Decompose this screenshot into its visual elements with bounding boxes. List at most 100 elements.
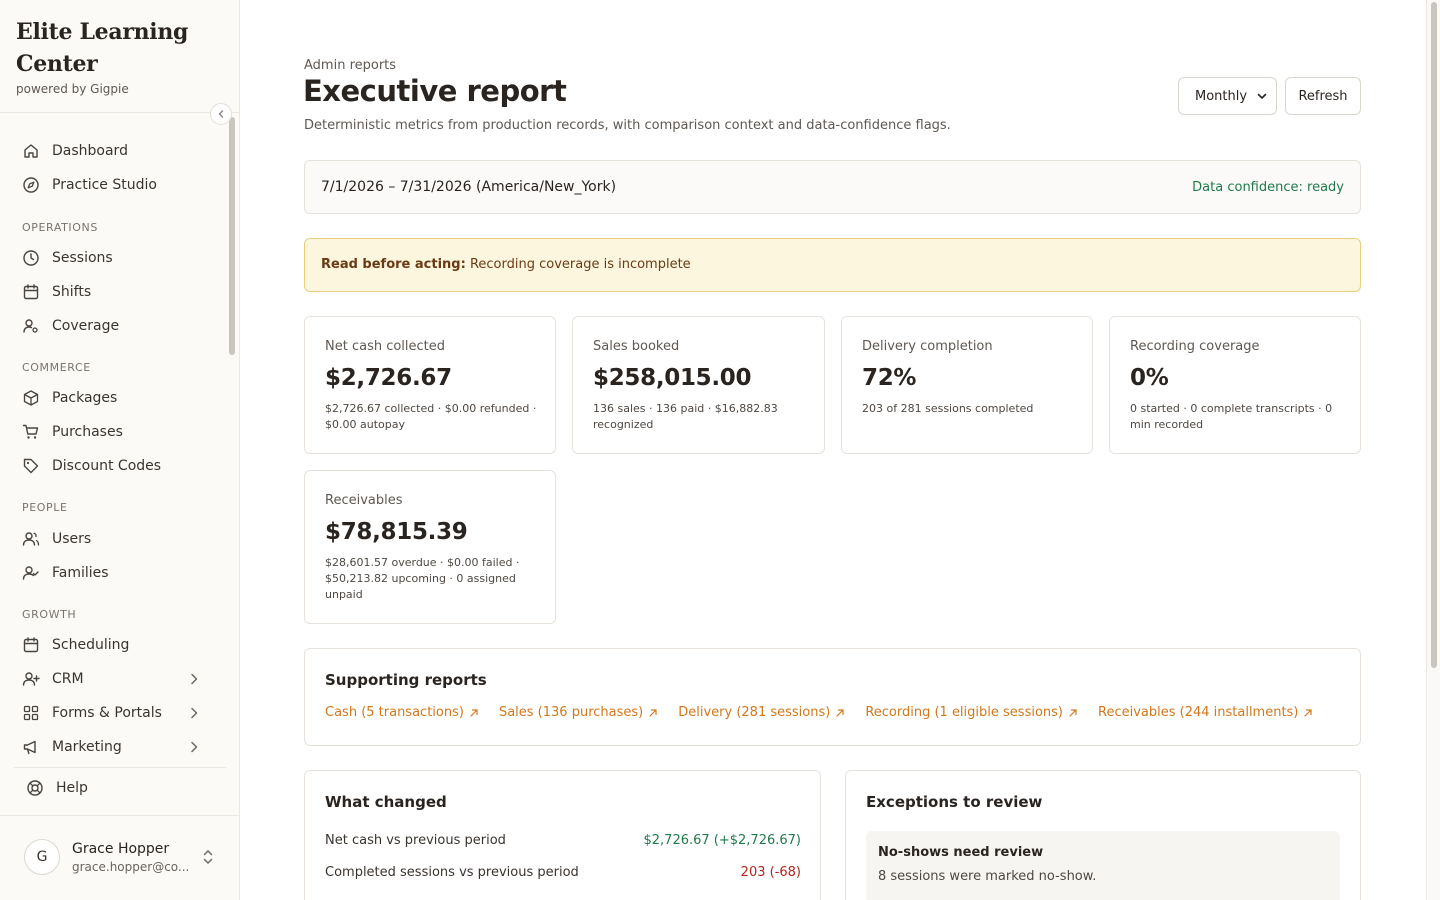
sidebar-item-scheduling[interactable]: Scheduling [16, 630, 212, 660]
exception-title: No-shows need review [878, 845, 1044, 860]
metric-value: $78,815.39 [325, 519, 468, 545]
sidebar-item-shifts[interactable]: Shifts [16, 277, 212, 307]
metric-value: 0% [1130, 365, 1169, 391]
page-title: Executive report [303, 74, 567, 108]
sidebar: Elite Learning Center powered by Gigpie … [0, 0, 240, 900]
chevron-up-down-icon [203, 850, 213, 864]
comparison-row: Net cash vs previous period $2,726.67 (+… [325, 833, 801, 855]
comparison-row: Completed sessions vs previous period 20… [325, 865, 801, 887]
sidebar-item-label: Packages [52, 390, 118, 406]
help-button[interactable]: Help [26, 779, 88, 797]
user-check-icon [22, 564, 40, 582]
calendar-icon [22, 283, 40, 301]
metric-detail: 136 sales · 136 paid · $16,882.83 recogn… [593, 402, 778, 431]
user-menu[interactable]: G Grace Hopper grace.hopper@co... [24, 838, 220, 878]
divider [0, 815, 240, 816]
compass-icon [22, 176, 40, 194]
main-content: Admin reports Executive report Determini… [241, 0, 1425, 900]
grid-icon [22, 704, 40, 722]
collapse-sidebar-button[interactable] [210, 103, 232, 125]
sidebar-item-crm[interactable]: CRM [16, 664, 212, 694]
brand-powered-by: powered by Gigpie [16, 82, 129, 96]
sidebar-item-label: Dashboard [52, 143, 128, 159]
supporting-report-links: Cash (5 transactions) Sales (136 purchas… [325, 705, 1313, 720]
metric-label: Delivery completion [862, 339, 993, 354]
what-changed-panel: What changed Net cash vs previous period… [304, 770, 821, 900]
comparison-value: $2,726.67 (+$2,726.67) [643, 833, 802, 848]
external-link-icon [836, 708, 844, 717]
metric-card-delivery-completion: Delivery completion 72% 203 of 281 sessi… [841, 316, 1093, 454]
divider [14, 767, 226, 768]
user-cog-icon [22, 317, 40, 335]
metric-value: $2,726.67 [325, 365, 452, 391]
refresh-button[interactable]: Refresh [1285, 77, 1361, 115]
sidebar-item-forms-portals[interactable]: Forms & Portals [16, 698, 212, 728]
sidebar-item-label: Purchases [52, 424, 123, 440]
sidebar-item-label: Practice Studio [52, 177, 157, 193]
sidebar-nav: Dashboard Practice Studio OPERATIONS Ses… [0, 113, 226, 767]
metric-value: $258,015.00 [593, 365, 752, 391]
chevron-down-icon [1257, 93, 1267, 99]
date-range-bar: 7/1/2026 – 7/31/2026 (America/New_York) … [304, 160, 1361, 214]
external-link-icon [649, 708, 657, 717]
report-link-recording[interactable]: Recording (1 eligible sessions) [865, 705, 1078, 720]
metric-detail: 203 of 281 sessions completed [862, 402, 1034, 415]
report-link-receivables[interactable]: Receivables (244 installments) [1098, 705, 1313, 720]
sidebar-item-marketing[interactable]: Marketing [16, 732, 212, 762]
warning-message: Recording coverage is incomplete [469, 257, 691, 272]
nav-section-title: GROWTH [22, 608, 77, 621]
external-link-icon [1304, 708, 1313, 717]
section-title: What changed [325, 793, 447, 811]
chevron-right-icon [191, 707, 198, 719]
chevron-left-icon [218, 110, 224, 118]
metric-label: Recording coverage [1130, 339, 1260, 354]
sidebar-item-coverage[interactable]: Coverage [16, 311, 212, 341]
page-scrollbar[interactable] [1426, 0, 1440, 900]
page-subtitle: Deterministic metrics from production re… [304, 118, 951, 133]
user-plus-icon [22, 670, 40, 688]
user-name: Grace Hopper [72, 841, 170, 857]
sidebar-item-label: Marketing [52, 739, 122, 755]
section-title: Supporting reports [325, 671, 487, 689]
external-link-icon [1069, 708, 1077, 717]
chevron-right-icon [191, 741, 198, 753]
metric-detail: $2,726.67 collected · $0.00 refunded · $… [325, 402, 537, 431]
sidebar-item-purchases[interactable]: Purchases [16, 417, 212, 447]
sidebar-item-practice-studio[interactable]: Practice Studio [16, 170, 212, 200]
users-icon [22, 530, 40, 548]
home-icon [22, 142, 40, 160]
page-scrollbar-thumb[interactable] [1431, 2, 1437, 668]
exception-item: No-shows need review 8 sessions were mar… [866, 831, 1340, 900]
clock-icon [22, 249, 40, 267]
link-label: Receivables (244 installments) [1098, 705, 1299, 720]
sidebar-item-dashboard[interactable]: Dashboard [16, 136, 212, 166]
sidebar-item-label: Families [52, 565, 109, 581]
sidebar-item-packages[interactable]: Packages [16, 383, 212, 413]
megaphone-icon [22, 738, 40, 756]
user-email: grace.hopper@co... [72, 860, 190, 874]
period-select-value: Monthly [1195, 88, 1248, 104]
sidebar-item-users[interactable]: Users [16, 524, 212, 554]
report-link-cash[interactable]: Cash (5 transactions) [325, 705, 479, 720]
sidebar-scrollbar[interactable] [229, 117, 235, 355]
report-link-delivery[interactable]: Delivery (281 sessions) [678, 705, 845, 720]
brand: Elite Learning Center powered by Gigpie [16, 16, 216, 96]
warning-lead: Read before acting: [321, 257, 466, 272]
nav-section-title: PEOPLE [22, 501, 68, 514]
period-select[interactable]: Monthly [1178, 77, 1277, 115]
tag-icon [22, 457, 40, 475]
supporting-reports-panel: Supporting reports Cash (5 transactions)… [304, 648, 1361, 746]
sidebar-item-discount-codes[interactable]: Discount Codes [16, 451, 212, 481]
section-title: Exceptions to review [866, 793, 1043, 811]
metric-label: Receivables [325, 493, 403, 508]
sidebar-item-label: Sessions [52, 250, 113, 266]
lifebuoy-icon [26, 779, 44, 797]
exception-description: 8 sessions were marked no-show. [878, 869, 1097, 884]
metric-detail: $28,601.57 overdue · $0.00 failed · $50,… [325, 556, 520, 601]
metric-card-net-cash: Net cash collected $2,726.67 $2,726.67 c… [304, 316, 556, 454]
sidebar-item-sessions[interactable]: Sessions [16, 243, 212, 273]
warning-banner: Read before acting: Recording coverage i… [304, 238, 1361, 292]
help-label: Help [56, 780, 88, 796]
report-link-sales[interactable]: Sales (136 purchases) [499, 705, 658, 720]
sidebar-item-families[interactable]: Families [16, 558, 212, 588]
